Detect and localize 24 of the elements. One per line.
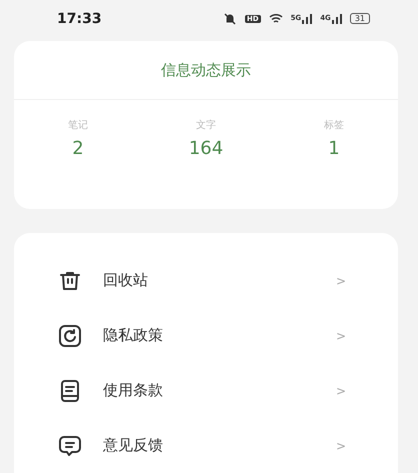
status-time: 17:33 [57, 10, 103, 26]
wifi-icon [268, 13, 283, 24]
stat-value: 2 [72, 138, 84, 159]
stat-value: 1 [328, 138, 340, 159]
menu-item[interactable]: 使用条款 [103, 381, 336, 400]
chevron: > [336, 384, 346, 398]
document-icon [58, 378, 82, 402]
signal-icon [332, 14, 342, 24]
chevron: > [336, 438, 346, 452]
message-icon [58, 434, 82, 458]
refresh-icon [58, 324, 82, 348]
muted-bell-icon [222, 12, 237, 24]
signal-icon [302, 14, 312, 24]
stat-label: 文字 [196, 118, 216, 132]
battery-level: 31 [350, 13, 370, 24]
menu-item[interactable]: 回收站 [103, 271, 336, 290]
card-title: 信息动态展示 [161, 60, 251, 80]
stat-label: 标签 [324, 118, 344, 132]
menu-item[interactable]: 意见反馈 [103, 436, 336, 455]
stat-label: 笔记 [68, 119, 88, 132]
chevron: > [336, 328, 346, 342]
stat-value: 164 [188, 138, 224, 159]
chevron: > [336, 274, 346, 288]
menu-item[interactable]: 隐私政策 [103, 326, 336, 345]
